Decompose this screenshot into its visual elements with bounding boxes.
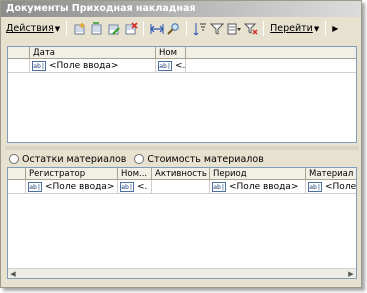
scroll-right-icon[interactable]: ▶ (346, 269, 356, 279)
number-cell[interactable]: ab| <. (118, 180, 152, 194)
toolbar-separator (186, 21, 188, 36)
activity-cell[interactable] (152, 180, 210, 194)
toolbar-separator (263, 21, 265, 36)
dropdown-arrow-icon: ▼ (54, 25, 61, 33)
column-header-date[interactable]: Дата (30, 47, 156, 59)
delete-icon[interactable] (122, 20, 139, 37)
row-marker (8, 59, 30, 73)
column-header-number[interactable]: Ном... (118, 168, 152, 180)
material-cell[interactable]: ab| <Поле (306, 180, 357, 194)
registrar-cell[interactable]: ab| <Поле ввода> (26, 180, 118, 194)
period-cell-value: <Поле ввода> (229, 182, 299, 192)
column-header-registrar[interactable]: Регистратор (26, 168, 118, 180)
filter-icon[interactable] (191, 20, 208, 37)
document-window: Документы Приходная накладная Действия▼ (0, 0, 362, 288)
tab-balance-radio[interactable] (9, 154, 19, 164)
registrar-cell-value: <Поле ввода> (45, 182, 115, 192)
number-cell-value: <. (137, 182, 148, 192)
register-tabs: Остатки материалов Стоимость материалов (9, 153, 264, 165)
movements-grid-header: Регистратор Ном... Активность Период Мат… (8, 168, 356, 180)
goto-menu-label: Перейти (270, 23, 313, 34)
edit-icon[interactable] (105, 20, 122, 37)
filter-menu-icon[interactable] (225, 20, 242, 37)
tab-balance-label[interactable]: Остатки материалов (22, 154, 126, 165)
goto-menu[interactable]: Перейти▼ (268, 23, 321, 34)
add-copy-icon[interactable] (88, 20, 105, 37)
toolbar-separator (66, 21, 68, 36)
pane-splitter[interactable] (5, 146, 359, 150)
toolbar-overflow-icon[interactable]: ▶ (330, 24, 340, 33)
filter-set-icon[interactable] (208, 20, 225, 37)
toolbar-separator (325, 21, 327, 36)
toolbar-separator (143, 21, 145, 36)
documents-grid-header: Дата Ном (8, 47, 356, 59)
movements-grid[interactable]: Регистратор Ном... Активность Период Мат… (7, 167, 357, 279)
text-field-icon: ab| (308, 182, 322, 192)
tab-cost-label[interactable]: Стоимость материалов (147, 154, 263, 165)
column-header-marker (8, 168, 26, 180)
column-header-number[interactable]: Ном (156, 47, 186, 59)
dropdown-arrow-icon: ▼ (313, 25, 320, 33)
add-icon[interactable] (71, 20, 88, 37)
column-header-activity[interactable]: Активность (152, 168, 210, 180)
period-cell[interactable]: ab| <Поле ввода> (210, 180, 306, 194)
number-cell-value: <. (175, 61, 186, 71)
date-cell[interactable]: ab| <Поле ввода> (30, 59, 156, 73)
toolbar: Действия▼ Перейти▼ ▶ (1, 18, 361, 39)
number-cell[interactable]: ab| <. (156, 59, 186, 73)
table-row[interactable]: ab| <Поле ввода> ab| <. (8, 59, 356, 73)
column-header-period[interactable]: Период (210, 168, 306, 180)
actions-menu-label: Действия (6, 23, 54, 34)
text-field-icon: ab| (28, 182, 42, 192)
refresh-icon[interactable] (148, 20, 165, 37)
table-row[interactable]: ab| <Поле ввода> ab| <. ab| <Поле ввода>… (8, 180, 356, 194)
tab-cost-radio[interactable] (134, 154, 145, 164)
documents-grid[interactable]: Дата Ном ab| <Поле ввода> ab| <. (7, 46, 357, 143)
filter-clear-icon[interactable] (242, 20, 259, 37)
row-marker (8, 180, 26, 194)
scroll-left-icon[interactable]: ◀ (8, 269, 18, 279)
text-field-icon: ab| (158, 61, 172, 71)
column-header-marker (8, 47, 30, 59)
date-cell-value: <Поле ввода> (49, 61, 119, 71)
text-field-icon: ab| (120, 182, 134, 192)
find-icon[interactable] (165, 20, 182, 37)
actions-menu[interactable]: Действия▼ (4, 23, 62, 34)
column-header-material[interactable]: Материал (306, 168, 356, 180)
material-cell-value: <Поле (325, 182, 357, 192)
text-field-icon: ab| (212, 182, 226, 192)
text-field-icon: ab| (32, 61, 46, 71)
window-title[interactable]: Документы Приходная накладная (1, 1, 361, 17)
horizontal-scrollbar[interactable]: ◀ ▶ (8, 268, 356, 278)
